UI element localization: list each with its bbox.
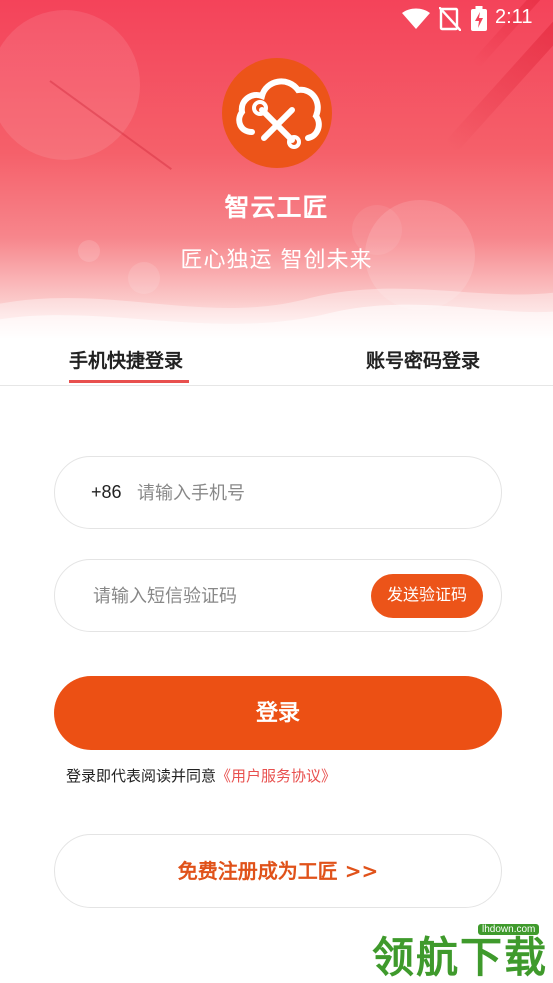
app-name: 智云工匠: [224, 193, 329, 222]
agreement-notice: 登录即代表阅读并同意《用户服务协议》: [66, 765, 336, 786]
tab-password-login[interactable]: 账号密码登录: [366, 346, 480, 373]
country-code[interactable]: +86: [91, 482, 122, 503]
phone-input[interactable]: [137, 479, 467, 507]
wifi-icon: [402, 8, 430, 29]
user-agreement-link[interactable]: 《用户服务协议》: [216, 767, 336, 785]
login-screen: 2:11 智云工匠 匠心独运 智创未来 手机快捷登录 账号密码登录 +86 发送…: [0, 0, 553, 983]
login-button[interactable]: 登录: [54, 676, 502, 750]
login-tabs: 手机快捷登录 账号密码登录: [0, 340, 553, 386]
register-button[interactable]: 免费注册成为工匠 >>: [54, 834, 502, 908]
tab-phone-login[interactable]: 手机快捷登录: [69, 346, 183, 373]
sms-code-input[interactable]: [93, 582, 363, 610]
status-time: 2:11: [495, 6, 533, 28]
status-bar: 2:11: [0, 0, 553, 38]
watermark-domain: lhdown.com: [478, 924, 540, 935]
app-logo: [222, 58, 332, 168]
no-signal-icon: [439, 7, 461, 31]
header-banner: 2:11 智云工匠 匠心独运 智创未来: [0, 0, 553, 340]
sms-code-field: 发送验证码: [54, 559, 502, 632]
send-code-button[interactable]: 发送验证码: [371, 574, 483, 618]
active-tab-indicator: [69, 380, 189, 383]
battery-charging-icon: [471, 6, 487, 31]
app-slogan: 匠心独运 智创未来: [180, 248, 373, 273]
phone-field: +86: [54, 456, 502, 529]
cloud-tools-icon: [236, 78, 322, 149]
watermark: 领航下载 lhdown.com: [372, 922, 553, 983]
header-wave: [0, 288, 553, 340]
agreement-text: 登录即代表阅读并同意: [66, 767, 217, 785]
